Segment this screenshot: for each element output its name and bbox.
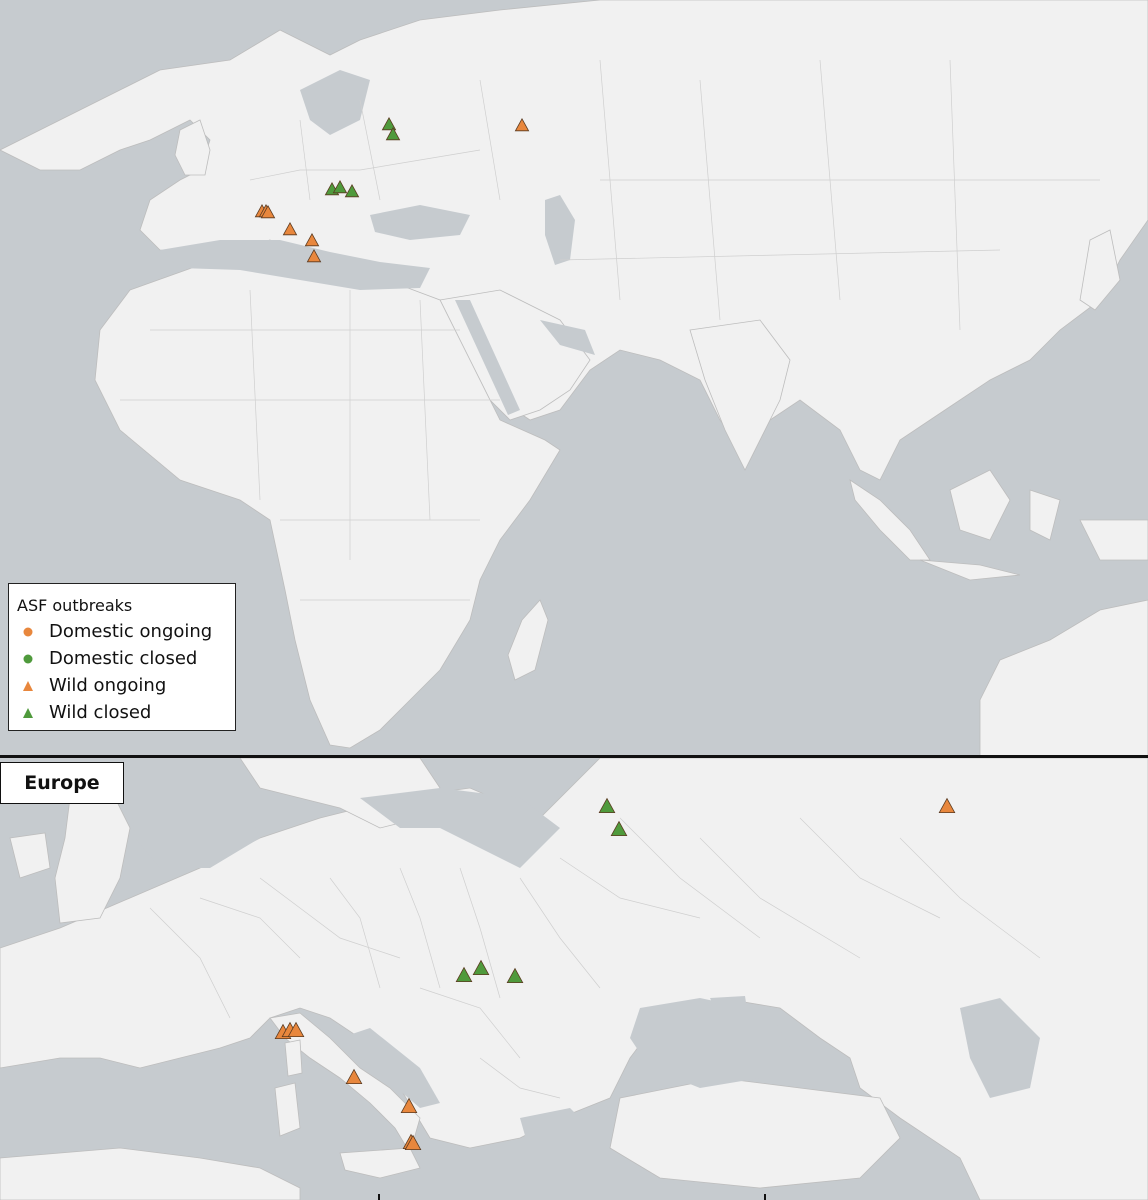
wild-ongoing-marker: [306, 248, 322, 263]
europe-outbreak-markers: [274, 797, 956, 1151]
scale-tick: [378, 1194, 380, 1200]
wild-closed-marker: [455, 966, 473, 983]
wild-closed-marker: [598, 797, 616, 813]
wild-closed-marker: [332, 179, 348, 194]
wild-ongoing-marker: [304, 232, 320, 247]
wild-ongoing-marker: [938, 797, 956, 813]
legend-item-domestic-closed: Domestic closed: [17, 645, 225, 672]
europe-map-panel[interactable]: [0, 758, 1148, 1200]
legend-item-domestic-ongoing: Domestic ongoing: [17, 618, 225, 645]
legend-label: Domestic closed: [49, 648, 198, 669]
wild-closed-marker: [344, 183, 360, 198]
wild-ongoing-marker: [514, 117, 530, 132]
legend-item-wild-ongoing: Wild ongoing: [17, 672, 225, 699]
legend-label: Domestic ongoing: [49, 621, 213, 642]
wild-closed-marker: [472, 959, 490, 976]
wild-ongoing-marker: [345, 1068, 363, 1085]
triangle-icon: [17, 678, 39, 694]
triangle-icon: [17, 705, 39, 721]
map-legend: ASF outbreaks Domestic ongoing Domestic …: [8, 583, 236, 731]
scale-tick: [764, 1194, 766, 1200]
wild-ongoing-marker: [400, 1097, 418, 1114]
legend-label: Wild ongoing: [49, 675, 167, 696]
wild-closed-marker: [381, 116, 397, 131]
circle-icon: [17, 651, 39, 667]
wild-closed-marker: [610, 820, 628, 836]
circle-icon: [17, 624, 39, 640]
legend-item-wild-closed: Wild closed: [17, 699, 225, 726]
wild-closed-marker: [506, 967, 524, 984]
legend-label: Wild closed: [49, 702, 152, 723]
europe-inset-label: Europe: [0, 762, 124, 804]
legend-title: ASF outbreaks: [17, 596, 133, 615]
wild-ongoing-marker: [282, 221, 298, 236]
